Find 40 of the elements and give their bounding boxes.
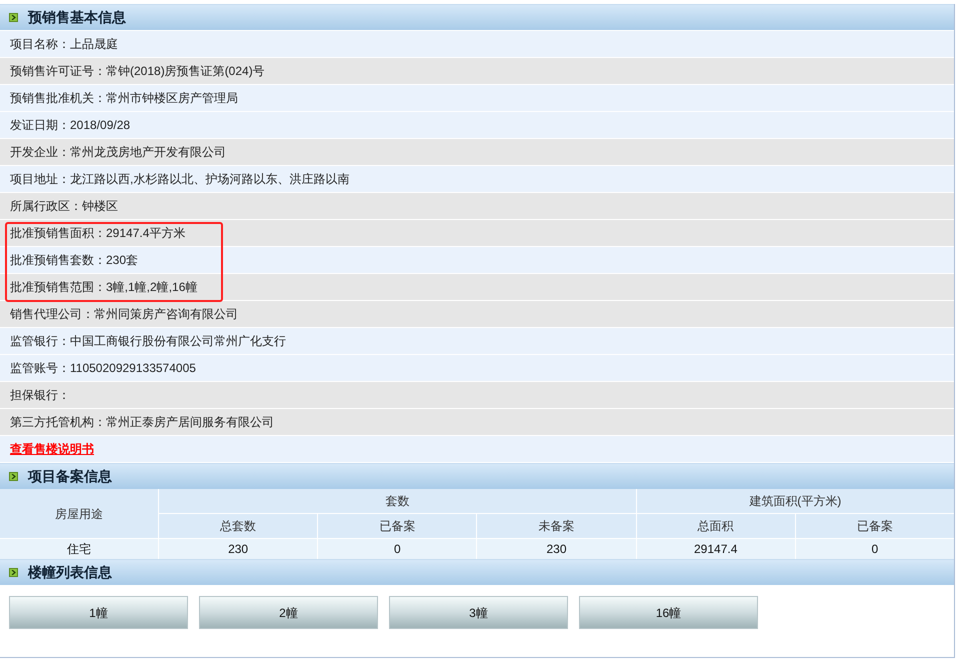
info-text: 开发企业：常州龙茂房地产开发有限公司 [10, 144, 226, 161]
section-title: 预销售基本信息 [28, 8, 126, 27]
arrow-icon [9, 13, 18, 22]
info-text: 担保银行： [10, 387, 70, 404]
info-text: 第三方托管机构：常州正泰房产居间服务有限公司 [10, 414, 274, 431]
table-cell: 29147.4 [636, 539, 795, 559]
info-text: 发证日期：2018/09/28 [10, 117, 130, 134]
table-header: 总面积 [636, 514, 795, 538]
table-header: 建筑面积(平方米) [636, 489, 954, 513]
table-header: 已备案 [318, 514, 476, 538]
table-header: 总套数 [159, 514, 318, 538]
table-header: 房屋用途 [0, 489, 158, 538]
info-text: 所属行政区：钟楼区 [10, 198, 118, 215]
arrow-icon [9, 568, 18, 577]
info-text: 预销售许可证号：常钟(2018)房预售证第(024)号 [10, 63, 265, 80]
table-header: 套数 [159, 489, 636, 513]
table-header: 已备案 [796, 514, 954, 538]
brochure-link[interactable]: 查看售楼说明书 [10, 440, 94, 458]
info-text: 批准预销售面积：29147.4平方米 [10, 225, 186, 242]
info-text: 批准预销售范围：3幢,1幢,2幢,16幢 [10, 279, 198, 296]
info-text: 监管账号：1105020929133574005 [10, 360, 196, 377]
info-text: 项目地址：龙江路以西,水杉路以北、护场河路以东、洪庄路以南 [10, 171, 350, 188]
table-cell: 0 [796, 539, 954, 559]
table-cell: 230 [159, 539, 318, 559]
arrow-icon [9, 472, 18, 481]
building-button[interactable]: 16幢 [579, 596, 758, 629]
table-cell: 住宅 [0, 539, 158, 559]
info-text: 监管银行：中国工商银行股份有限公司常州广化支行 [10, 333, 286, 350]
info-text: 销售代理公司：常州同策房产咨询有限公司 [10, 306, 238, 323]
section-title: 项目备案信息 [28, 467, 112, 486]
info-text: 批准预销售套数：230套 [10, 252, 138, 269]
table-header: 未备案 [477, 514, 636, 538]
section-title: 楼幢列表信息 [28, 563, 112, 582]
info-text: 预销售批准机关：常州市钟楼区房产管理局 [10, 90, 238, 107]
building-button[interactable]: 3幢 [389, 596, 568, 629]
building-button[interactable]: 1幢 [9, 596, 188, 629]
table-cell: 0 [318, 539, 476, 559]
info-text: 项目名称：上品晟庭 [10, 36, 118, 53]
building-button[interactable]: 2幢 [199, 596, 378, 629]
table-cell: 230 [477, 539, 636, 559]
